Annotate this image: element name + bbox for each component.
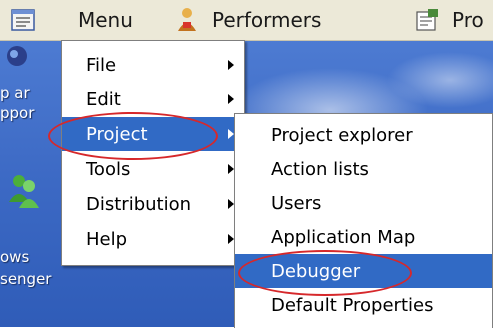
desktop-label: ows	[0, 248, 30, 266]
main-dropdown-menu: File Edit Project Tools Distribution Hel…	[61, 40, 245, 266]
app-menu-icon	[11, 9, 35, 31]
menu-item-label: File	[86, 54, 117, 76]
submenu-item-label: Project explorer	[271, 124, 413, 146]
submenu-item-label: Debugger	[271, 260, 361, 282]
messenger-icon[interactable]	[6, 172, 40, 212]
menu-item-label: Edit	[86, 88, 121, 110]
submenu-item-label: Users	[271, 192, 322, 214]
properties-menubar-label: Pro	[452, 8, 484, 32]
menu-item-label: Help	[86, 228, 128, 250]
menu-item-file[interactable]: File	[62, 48, 244, 82]
submenu-item-action-lists[interactable]: Action lists	[235, 152, 492, 186]
performers-menubar-item[interactable]: Performers	[174, 0, 321, 40]
submenu-item-default-properties[interactable]: Default Properties	[235, 288, 492, 322]
properties-menubar-item[interactable]: Pro	[414, 0, 484, 40]
submenu-item-label: Action lists	[271, 158, 369, 180]
submenu-item-label: Default Properties	[271, 294, 434, 316]
desktop-label: p ar	[0, 84, 30, 102]
menu-item-help[interactable]: Help	[62, 222, 244, 256]
menu-item-project[interactable]: Project	[62, 117, 244, 151]
performer-icon	[178, 8, 196, 31]
submenu-arrow-icon	[228, 94, 234, 104]
menu-item-label: Distribution	[86, 193, 192, 215]
submenu-item-application-map[interactable]: Application Map	[235, 220, 492, 254]
menu-menubar-item[interactable]: Menu	[78, 0, 133, 40]
submenu-item-debugger[interactable]: Debugger	[235, 254, 492, 288]
menu-item-edit[interactable]: Edit	[62, 82, 244, 116]
menu-item-label: Project	[86, 123, 148, 145]
desktop-label: ppor	[0, 104, 35, 122]
properties-icon	[416, 9, 438, 31]
menu-menubar-label: Menu	[78, 8, 133, 32]
app-menu-button[interactable]	[10, 0, 38, 40]
menu-bar: Menu Performers Pro	[0, 0, 493, 41]
submenu-item-users[interactable]: Users	[235, 186, 492, 220]
menu-item-tools[interactable]: Tools	[62, 152, 244, 186]
shortcut-icon[interactable]	[2, 44, 32, 74]
submenu-item-label: Application Map	[271, 226, 416, 248]
performers-menubar-label: Performers	[212, 8, 322, 32]
submenu-arrow-icon	[228, 60, 234, 70]
project-submenu: Project explorer Action lists Users Appl…	[234, 113, 493, 328]
submenu-item-project-explorer[interactable]: Project explorer	[235, 118, 492, 152]
menu-item-distribution[interactable]: Distribution	[62, 187, 244, 221]
desktop-label: senger	[0, 270, 52, 288]
menu-item-label: Tools	[86, 158, 131, 180]
